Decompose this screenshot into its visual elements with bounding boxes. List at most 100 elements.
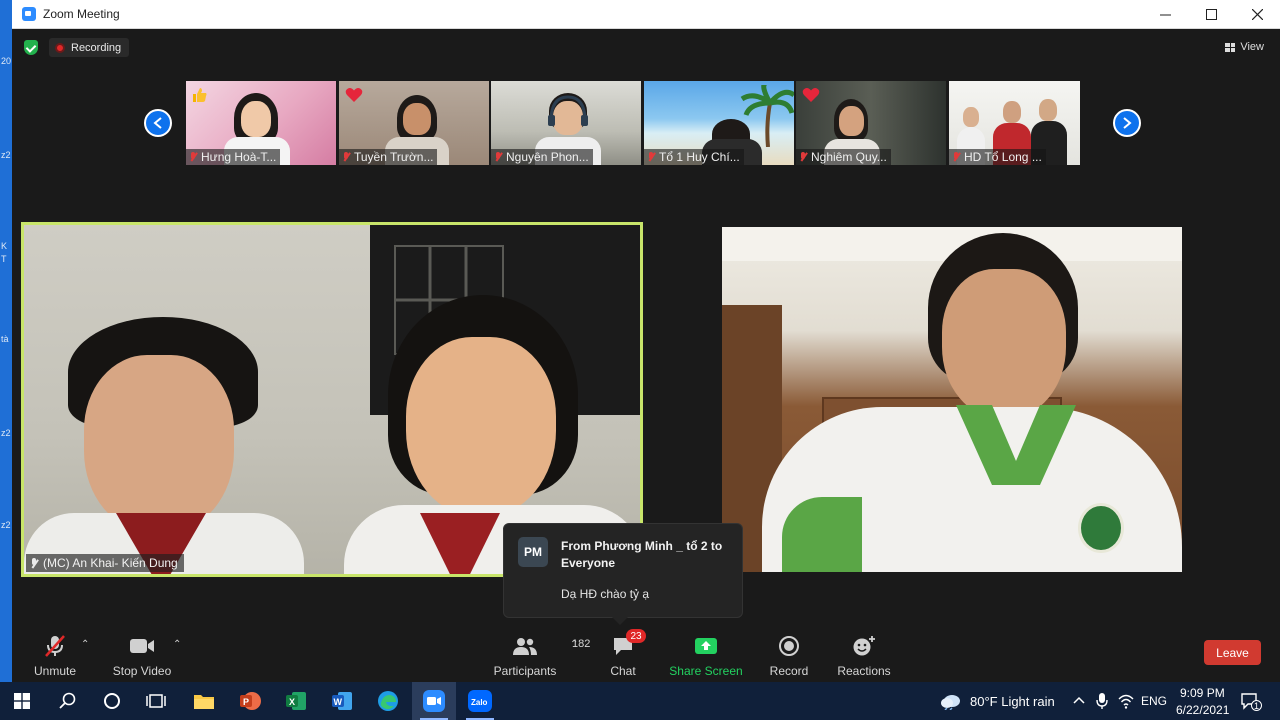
close-icon (1251, 9, 1263, 20)
desktop-label: K (1, 241, 8, 251)
close-button[interactable] (1234, 0, 1280, 29)
participant-name-bar: Tổ 1 Huy Chí... (644, 149, 744, 165)
weather-cloud-icon[interactable] (940, 692, 962, 710)
chat-unread-badge: 23 (626, 629, 646, 643)
chevron-right-icon (1123, 117, 1132, 129)
view-label: View (1240, 41, 1264, 53)
zoom-app-icon (22, 7, 36, 21)
edge-button[interactable] (366, 682, 410, 720)
leave-button[interactable]: Leave (1204, 640, 1261, 665)
participant-face (84, 355, 234, 533)
sender-avatar: PM (518, 537, 548, 567)
excel-icon: X (286, 692, 306, 710)
participant-face (1003, 101, 1021, 123)
participant-thumbnail[interactable]: Hưng Hoà-T... (186, 81, 336, 165)
powerpoint-button[interactable]: P (228, 682, 272, 720)
grid-view-icon (1225, 42, 1236, 52)
cortana-circle-icon (104, 693, 120, 709)
muted-mic-icon (30, 557, 38, 569)
zoom-app-icon (423, 690, 445, 712)
window-title: Zoom Meeting (43, 7, 120, 21)
desktop-label: z2 (1, 520, 11, 530)
zalo-taskbar-button[interactable]: Zalo (458, 682, 502, 720)
clock-time[interactable]: 9:09 PM (1180, 686, 1225, 700)
view-button[interactable]: View (1219, 37, 1270, 57)
stop-video-label: Stop Video (112, 664, 172, 678)
excel-button[interactable]: X (274, 682, 318, 720)
muted-mic-icon (342, 152, 350, 162)
participant-face (963, 107, 979, 127)
participant-name-bar: Nghiêm Quy... (796, 149, 891, 165)
powerpoint-icon: P (240, 692, 261, 710)
maximize-button[interactable] (1188, 0, 1234, 29)
participant-video[interactable] (722, 227, 1182, 572)
share-screen-button[interactable]: Share Screen (661, 635, 751, 678)
participants-button[interactable]: 182 Participants (480, 635, 590, 678)
desktop-label: 20 (1, 56, 12, 66)
maximize-icon (1205, 9, 1217, 20)
action-center-button[interactable]: 1 (1240, 691, 1262, 711)
word-button[interactable]: W (320, 682, 364, 720)
participant-name: Nghiêm Quy... (811, 150, 887, 164)
desktop-label: T (1, 254, 7, 264)
weather-text[interactable]: 80°F Light rain (970, 694, 1055, 709)
recording-dot-icon (55, 42, 65, 53)
meeting-controls: Unmute ⌃ Stop Video ⌃ 182 Participants ⌃ (12, 625, 1280, 682)
chat-button[interactable]: 23 Chat (578, 629, 668, 678)
wifi-icon[interactable] (1118, 693, 1134, 709)
svg-text:Zalo: Zalo (471, 698, 488, 707)
video-options-caret-icon[interactable]: ⌃ (173, 639, 181, 650)
participant-face (406, 337, 556, 517)
start-button[interactable] (0, 682, 44, 720)
audio-options-caret-icon[interactable]: ⌃ (81, 639, 89, 650)
participants-label: Participants (493, 664, 557, 678)
recording-indicator[interactable]: Recording (49, 38, 130, 57)
chevron-left-icon (153, 117, 162, 129)
file-explorer-button[interactable] (182, 682, 226, 720)
word-icon: W (332, 692, 352, 710)
folder-icon (194, 695, 214, 709)
muted-microphone-icon (43, 635, 67, 657)
participant-name: Tổ 1 Huy Chí... (659, 150, 740, 164)
reactions-button[interactable]: Reactions (819, 635, 909, 678)
minimize-button[interactable] (1142, 0, 1188, 29)
next-page-button[interactable] (1113, 109, 1141, 137)
muted-mic-icon (647, 152, 655, 162)
clock-date[interactable]: 6/22/2021 (1176, 703, 1229, 717)
zoom-taskbar-button[interactable] (412, 682, 456, 720)
participant-thumbnail[interactable]: HD Tổ Long ... (949, 81, 1080, 165)
chat-notification[interactable]: PM From Phương Minh _ tổ 2 to Everyone D… (503, 523, 743, 625)
green-sleeve (782, 497, 862, 572)
search-button[interactable] (46, 682, 90, 720)
microphone-icon[interactable] (1096, 692, 1108, 710)
task-view-button[interactable] (134, 682, 178, 720)
window-controls (1142, 0, 1280, 29)
desktop-label: z2 (1, 150, 11, 160)
chat-bubble-icon: 23 (612, 629, 646, 657)
notification-count: 1 (1251, 700, 1262, 711)
encryption-shield-icon[interactable] (24, 40, 38, 55)
share-screen-icon (694, 635, 718, 657)
meeting-area: Recording View Hưng Hoà-T... Tuyền Trườn… (12, 29, 1280, 682)
participant-name: Nguyên Phon... (506, 150, 589, 164)
participant-thumbnail[interactable]: Tổ 1 Huy Chí... (644, 81, 794, 165)
active-speaker-name: (MC) An Khai- Kiến Dung (43, 556, 178, 570)
desktop-label: tà (1, 334, 9, 344)
participant-face (839, 106, 864, 136)
muted-mic-icon (189, 152, 197, 162)
input-language[interactable]: ENG (1141, 694, 1167, 708)
svg-text:X: X (289, 697, 295, 707)
headphones-icon (548, 95, 588, 126)
chevron-up-icon[interactable] (1073, 696, 1085, 704)
edge-browser-icon (378, 691, 398, 711)
participant-thumbnail[interactable]: Nguyên Phon... (491, 81, 641, 165)
cortana-button[interactable] (90, 682, 134, 720)
participant-thumbnail[interactable]: Tuyền Trườn... (339, 81, 489, 165)
participant-name-bar: Nguyên Phon... (491, 149, 593, 165)
previous-page-button[interactable] (144, 109, 172, 137)
participant-name-bar: Tuyền Trườn... (339, 149, 438, 165)
participant-thumbnail[interactable]: Nghiêm Quy... (796, 81, 946, 165)
participants-icon: 182 (512, 635, 590, 657)
thumbs-up-reaction-icon (192, 87, 208, 106)
unmute-label: Unmute (33, 664, 77, 678)
